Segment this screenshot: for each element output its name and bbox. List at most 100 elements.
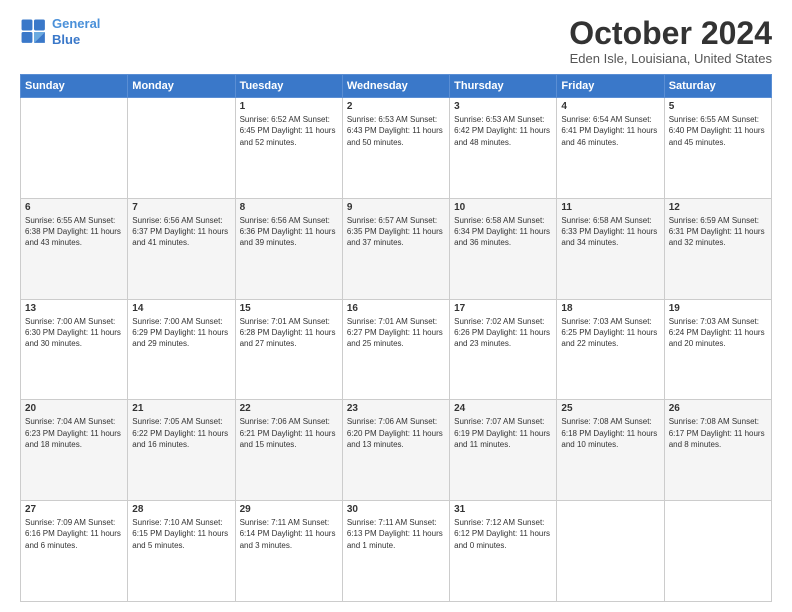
day-info: Sunrise: 7:06 AM Sunset: 6:20 PM Dayligh…	[347, 416, 445, 450]
table-cell	[664, 501, 771, 602]
table-cell: 25 Sunrise: 7:08 AM Sunset: 6:18 PM Dayli…	[557, 400, 664, 501]
day-number: 30	[347, 504, 445, 515]
col-monday: Monday	[128, 75, 235, 98]
day-number: 20	[25, 403, 123, 414]
day-number: 5	[669, 101, 767, 112]
day-info: Sunrise: 7:08 AM Sunset: 6:17 PM Dayligh…	[669, 416, 767, 450]
table-cell: 23 Sunrise: 7:06 AM Sunset: 6:20 PM Dayli…	[342, 400, 449, 501]
table-cell: 19Sunrise: 7:03 AM Sunset: 6:24 PM Dayli…	[664, 299, 771, 400]
day-number: 11	[561, 202, 659, 213]
header-row: Sunday Monday Tuesday Wednesday Thursday…	[21, 75, 772, 98]
table-cell: 5 Sunrise: 6:55 AM Sunset: 6:40 PM Daylig…	[664, 98, 771, 199]
day-number: 3	[454, 101, 552, 112]
day-info: Sunrise: 7:08 AM Sunset: 6:18 PM Dayligh…	[561, 416, 659, 450]
table-cell: 27Sunrise: 7:09 AM Sunset: 6:16 PM Dayli…	[21, 501, 128, 602]
day-info: Sunrise: 7:02 AM Sunset: 6:26 PM Dayligh…	[454, 316, 552, 350]
week-row-4: 20 Sunrise: 7:04 AM Sunset: 6:23 PM Dayli…	[21, 400, 772, 501]
table-cell: 31Sunrise: 7:12 AM Sunset: 6:12 PM Dayli…	[450, 501, 557, 602]
logo-line2: Blue	[52, 32, 100, 48]
table-cell: 7 Sunrise: 6:56 AM Sunset: 6:37 PM Daylig…	[128, 198, 235, 299]
table-cell: 26 Sunrise: 7:08 AM Sunset: 6:17 PM Dayli…	[664, 400, 771, 501]
day-number: 8	[240, 202, 338, 213]
day-info: Sunrise: 7:05 AM Sunset: 6:22 PM Dayligh…	[132, 416, 230, 450]
day-info: Sunrise: 7:03 AM Sunset: 6:25 PM Dayligh…	[561, 316, 659, 350]
day-number: 14	[132, 303, 230, 314]
day-number: 4	[561, 101, 659, 112]
table-cell: 20 Sunrise: 7:04 AM Sunset: 6:23 PM Dayli…	[21, 400, 128, 501]
header: General Blue October 2024 Eden Isle, Lou…	[20, 16, 772, 66]
day-info: Sunrise: 6:58 AM Sunset: 6:33 PM Dayligh…	[561, 215, 659, 249]
day-info: Sunrise: 6:56 AM Sunset: 6:36 PM Dayligh…	[240, 215, 338, 249]
week-row-3: 13 Sunrise: 7:00 AM Sunset: 6:30 PM Dayli…	[21, 299, 772, 400]
table-cell: 2Sunrise: 6:53 AM Sunset: 6:43 PM Daylig…	[342, 98, 449, 199]
table-cell: 21 Sunrise: 7:05 AM Sunset: 6:22 PM Dayli…	[128, 400, 235, 501]
col-saturday: Saturday	[664, 75, 771, 98]
table-cell: 13 Sunrise: 7:00 AM Sunset: 6:30 PM Dayli…	[21, 299, 128, 400]
day-info: Sunrise: 6:52 AM Sunset: 6:45 PM Dayligh…	[240, 114, 338, 148]
day-info: Sunrise: 7:04 AM Sunset: 6:23 PM Dayligh…	[25, 416, 123, 450]
day-number: 17	[454, 303, 552, 314]
day-number: 13	[25, 303, 123, 314]
table-cell: 22 Sunrise: 7:06 AM Sunset: 6:21 PM Dayli…	[235, 400, 342, 501]
day-number: 31	[454, 504, 552, 515]
table-cell: 28Sunrise: 7:10 AM Sunset: 6:15 PM Dayli…	[128, 501, 235, 602]
week-row-1: 1 Sunrise: 6:52 AM Sunset: 6:45 PM Daylig…	[21, 98, 772, 199]
day-number: 9	[347, 202, 445, 213]
day-info: Sunrise: 7:06 AM Sunset: 6:21 PM Dayligh…	[240, 416, 338, 450]
table-cell: 29 Sunrise: 7:11 AM Sunset: 6:14 PM Dayli…	[235, 501, 342, 602]
week-row-2: 6 Sunrise: 6:55 AM Sunset: 6:38 PM Daylig…	[21, 198, 772, 299]
day-info: Sunrise: 7:01 AM Sunset: 6:27 PM Dayligh…	[347, 316, 445, 350]
day-number: 7	[132, 202, 230, 213]
day-number: 21	[132, 403, 230, 414]
title-block: October 2024 Eden Isle, Louisiana, Unite…	[569, 16, 772, 66]
day-info: Sunrise: 7:00 AM Sunset: 6:30 PM Dayligh…	[25, 316, 123, 350]
day-number: 18	[561, 303, 659, 314]
day-number: 23	[347, 403, 445, 414]
day-info: Sunrise: 6:55 AM Sunset: 6:38 PM Dayligh…	[25, 215, 123, 249]
day-number: 10	[454, 202, 552, 213]
day-info: Sunrise: 7:01 AM Sunset: 6:28 PM Dayligh…	[240, 316, 338, 350]
day-info: Sunrise: 6:57 AM Sunset: 6:35 PM Dayligh…	[347, 215, 445, 249]
table-cell	[128, 98, 235, 199]
logo-icon	[20, 18, 48, 46]
day-number: 1	[240, 101, 338, 112]
day-info: Sunrise: 6:59 AM Sunset: 6:31 PM Dayligh…	[669, 215, 767, 249]
logo-line1: General	[52, 16, 100, 32]
table-cell: 17 Sunrise: 7:02 AM Sunset: 6:26 PM Dayli…	[450, 299, 557, 400]
day-number: 16	[347, 303, 445, 314]
day-number: 12	[669, 202, 767, 213]
day-info: Sunrise: 6:53 AM Sunset: 6:42 PM Dayligh…	[454, 114, 552, 148]
day-info: Sunrise: 7:07 AM Sunset: 6:19 PM Dayligh…	[454, 416, 552, 450]
col-friday: Friday	[557, 75, 664, 98]
day-number: 22	[240, 403, 338, 414]
day-number: 26	[669, 403, 767, 414]
day-number: 28	[132, 504, 230, 515]
day-info: Sunrise: 7:11 AM Sunset: 6:14 PM Dayligh…	[240, 517, 338, 551]
day-number: 27	[25, 504, 123, 515]
logo: General Blue	[20, 16, 100, 47]
page: General Blue October 2024 Eden Isle, Lou…	[0, 0, 792, 612]
col-wednesday: Wednesday	[342, 75, 449, 98]
day-number: 29	[240, 504, 338, 515]
table-cell: 16 Sunrise: 7:01 AM Sunset: 6:27 PM Dayli…	[342, 299, 449, 400]
table-cell: 3 Sunrise: 6:53 AM Sunset: 6:42 PM Daylig…	[450, 98, 557, 199]
table-cell: 10Sunrise: 6:58 AM Sunset: 6:34 PM Dayli…	[450, 198, 557, 299]
table-cell	[21, 98, 128, 199]
table-cell: 1 Sunrise: 6:52 AM Sunset: 6:45 PM Daylig…	[235, 98, 342, 199]
day-info: Sunrise: 7:00 AM Sunset: 6:29 PM Dayligh…	[132, 316, 230, 350]
table-cell: 12 Sunrise: 6:59 AM Sunset: 6:31 PM Dayli…	[664, 198, 771, 299]
col-thursday: Thursday	[450, 75, 557, 98]
day-info: Sunrise: 6:55 AM Sunset: 6:40 PM Dayligh…	[669, 114, 767, 148]
day-number: 6	[25, 202, 123, 213]
week-row-5: 27Sunrise: 7:09 AM Sunset: 6:16 PM Dayli…	[21, 501, 772, 602]
day-info: Sunrise: 6:56 AM Sunset: 6:37 PM Dayligh…	[132, 215, 230, 249]
table-cell: 14 Sunrise: 7:00 AM Sunset: 6:29 PM Dayli…	[128, 299, 235, 400]
col-tuesday: Tuesday	[235, 75, 342, 98]
calendar-table: Sunday Monday Tuesday Wednesday Thursday…	[20, 74, 772, 602]
day-number: 25	[561, 403, 659, 414]
table-cell: 24Sunrise: 7:07 AM Sunset: 6:19 PM Dayli…	[450, 400, 557, 501]
col-sunday: Sunday	[21, 75, 128, 98]
day-number: 19	[669, 303, 767, 314]
table-cell: 30Sunrise: 7:11 AM Sunset: 6:13 PM Dayli…	[342, 501, 449, 602]
day-info: Sunrise: 6:54 AM Sunset: 6:41 PM Dayligh…	[561, 114, 659, 148]
